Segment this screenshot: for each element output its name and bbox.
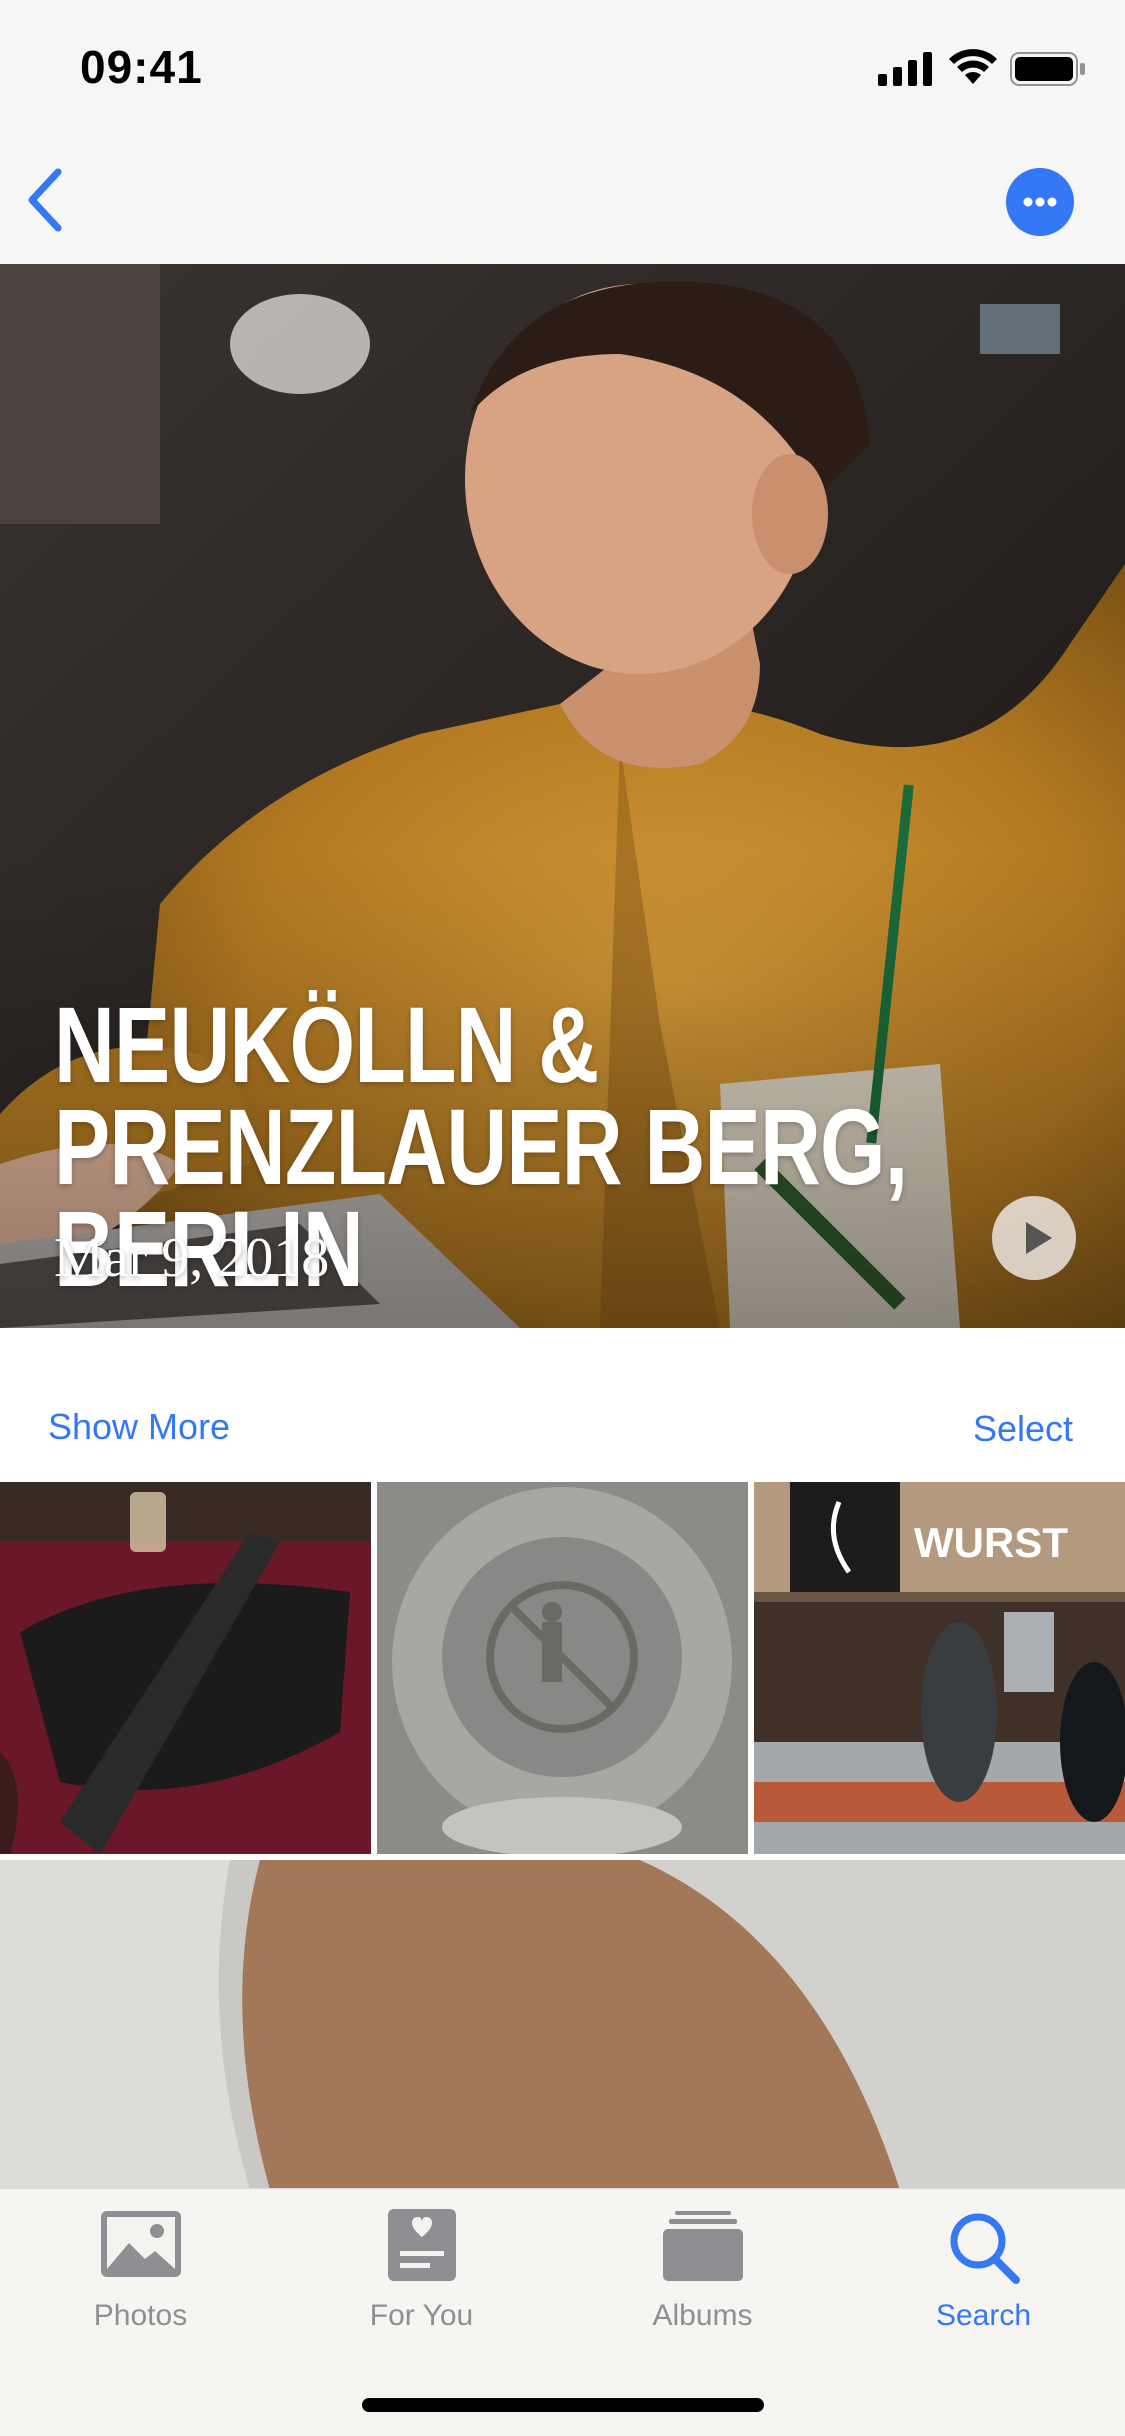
status-bar: 09:41 [0,0,1125,132]
photo-arm-closeup [0,1860,1125,2190]
tab-search[interactable]: Search [843,2207,1124,2357]
for-you-icon [387,2209,456,2281]
ellipsis-icon [1023,197,1057,207]
photo-bag [0,1482,371,1854]
tab-for-you[interactable]: For You [281,2207,562,2357]
photo-thumbnail[interactable] [0,1482,371,1854]
tab-photos-label: Photos [93,2299,188,2332]
battery-icon [1010,52,1085,86]
photos-icon [100,2211,181,2277]
photo-toilet [377,1482,748,1854]
signal-icon [878,52,932,86]
photos-memory-screen: 09:41 NEUKÖLLN & PRENZLAUER BERG, BERLIN… [0,0,1125,2436]
search-icon [950,2213,1020,2284]
memory-date: Mar 9, 2018 [54,1227,330,1289]
store-sign-text: WURST [914,1519,1068,1566]
show-more-link[interactable]: Show More [48,1406,230,1448]
photo-thumbnail[interactable]: WURST [754,1482,1125,1854]
tab-albums[interactable]: Albums [562,2207,843,2357]
play-icon [1026,1222,1052,1254]
wifi-icon [949,49,997,84]
tab-search-label: Search [935,2299,1032,2332]
photo-thumbnail-wide[interactable] [0,1860,1125,2190]
memory-hero[interactable]: NEUKÖLLN & PRENZLAUER BERG, BERLIN Mar 9… [0,264,1125,1328]
navigation-bar [0,132,1125,264]
tab-photos[interactable]: Photos [0,2207,281,2357]
play-button[interactable] [992,1196,1076,1280]
select-button[interactable]: Select [973,1408,1073,1450]
chevron-left-icon[interactable] [18,162,74,238]
memory-actions: Show More Select [0,1328,1125,1482]
tab-for-you-label: For You [369,2299,474,2332]
photo-thumbnail[interactable] [377,1482,748,1854]
albums-icon [662,2211,743,2281]
home-indicator[interactable] [362,2398,764,2412]
more-options-button[interactable] [1006,168,1074,236]
status-time: 09:41 [80,41,203,93]
photo-grid: WURST [0,1482,1125,1854]
photo-store-counter: WURST [754,1482,1125,1854]
tab-albums-label: Albums [652,2299,753,2332]
